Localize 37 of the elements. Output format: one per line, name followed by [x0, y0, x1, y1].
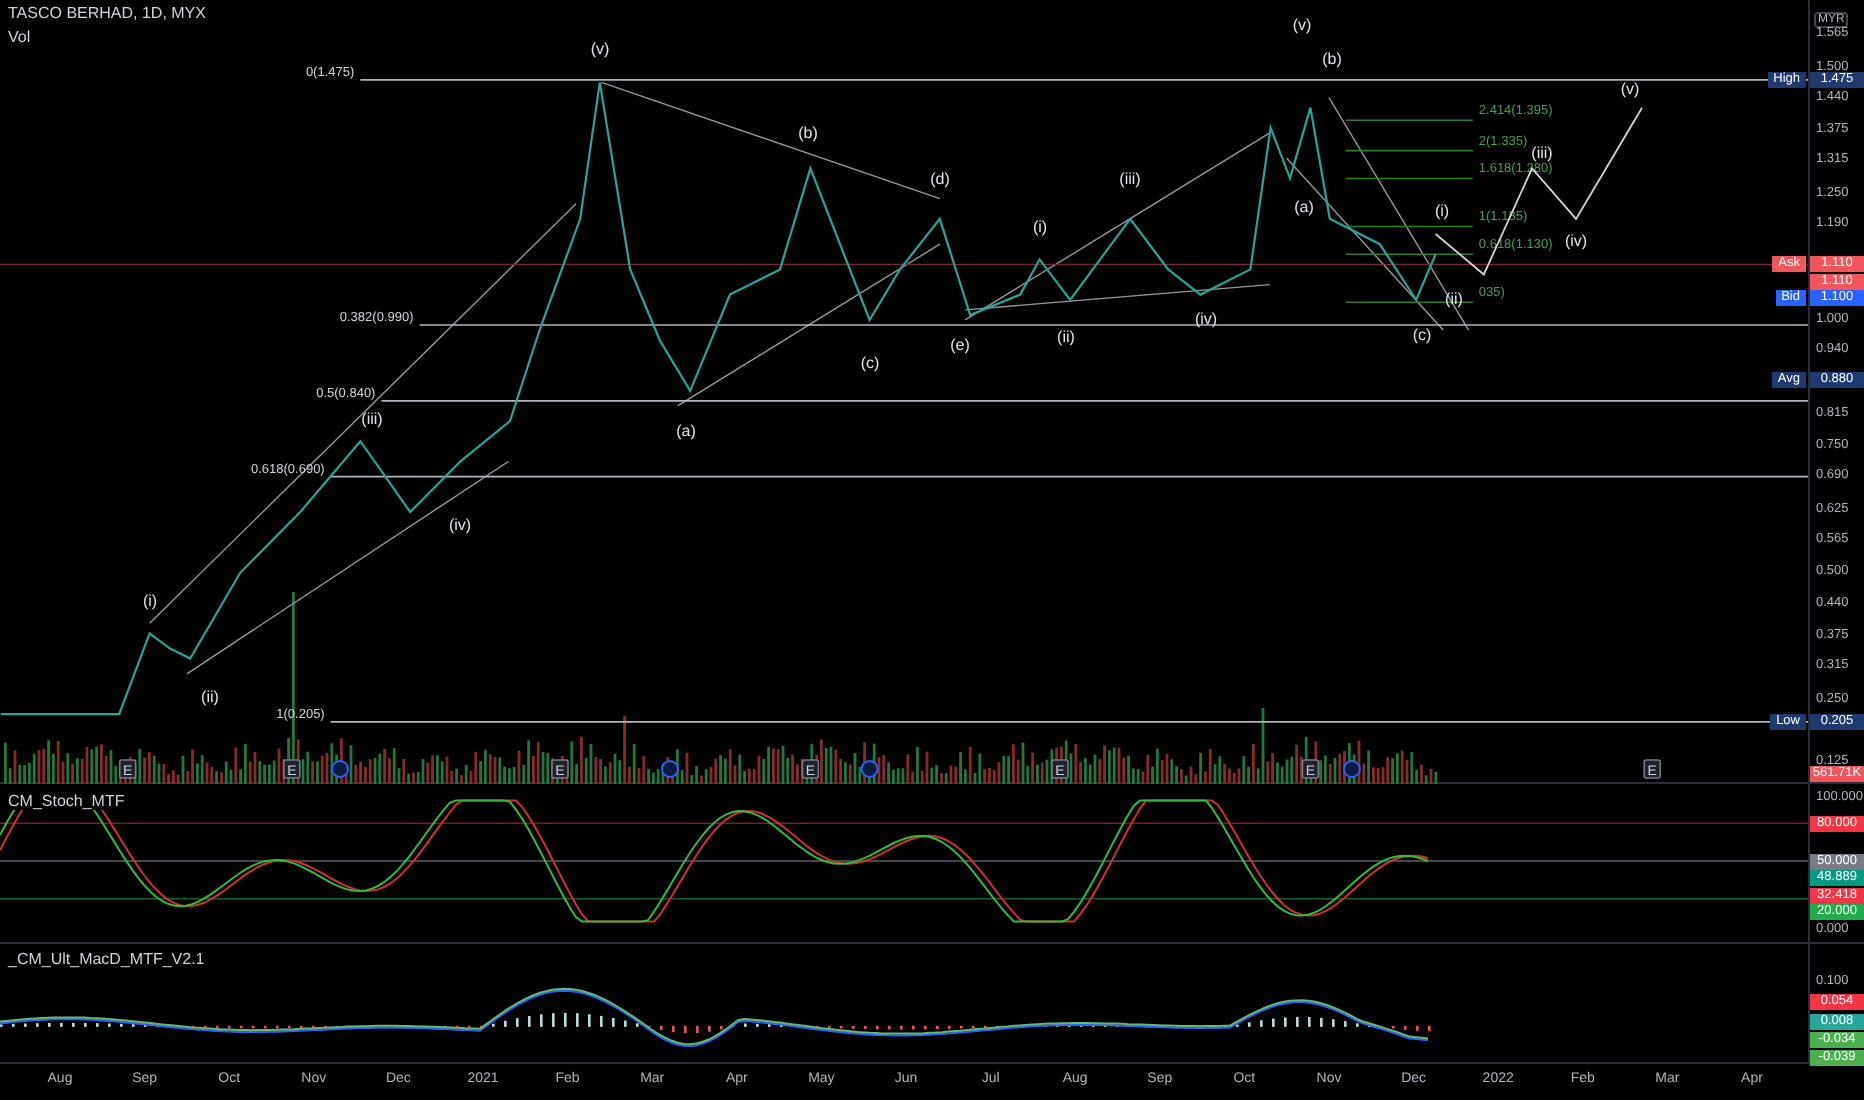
wave-label: (i)	[1434, 202, 1450, 220]
wave-label: (d)	[930, 170, 950, 188]
wave-label: (iii)	[1531, 144, 1553, 162]
fib-level-line	[1345, 301, 1474, 304]
fib-level-line	[1345, 253, 1474, 256]
dividend-icon[interactable]	[331, 760, 350, 778]
dividend-icon[interactable]	[860, 760, 879, 778]
wave-label: (b)	[798, 124, 818, 142]
wave-label: (v)	[590, 40, 610, 58]
wave-label: (iii)	[361, 410, 383, 428]
indicator-title: _CM_Ult_MacD_MTF_V2.1	[8, 950, 205, 968]
fib-level-line	[1345, 149, 1474, 152]
wave-label: (i)	[142, 592, 158, 610]
wave-label: (e)	[950, 336, 970, 354]
wave-label: (ii)	[1057, 328, 1075, 346]
wave-label: (v)	[1292, 16, 1312, 34]
wave-label: (i)	[1032, 218, 1048, 236]
wave-label: (b)	[1322, 50, 1342, 68]
wave-label: (iv)	[1194, 310, 1218, 328]
dividend-icon[interactable]	[660, 760, 679, 778]
wave-label: (ii)	[1445, 290, 1463, 308]
wave-label: (iv)	[1564, 232, 1588, 250]
dividend-icon[interactable]	[1342, 760, 1361, 778]
fib-level-line	[1345, 225, 1474, 228]
wave-label: (c)	[860, 354, 880, 372]
fib-level-line	[1345, 177, 1474, 180]
wave-label: (c)	[1412, 326, 1432, 344]
wave-label: (a)	[676, 422, 696, 440]
fib-level-line	[1345, 119, 1474, 122]
wave-label: (a)	[1294, 198, 1314, 216]
indicator-title: CM_Stoch_MTF	[8, 792, 125, 810]
wave-label: (v)	[1620, 80, 1640, 98]
wave-label: (ii)	[201, 688, 219, 706]
wave-label: (iii)	[1119, 170, 1141, 188]
wave-label: (iv)	[448, 516, 472, 534]
symbol-title: TASCO BERHAD, 1D, MYX	[8, 4, 206, 22]
volume-label: Vol	[8, 28, 31, 46]
